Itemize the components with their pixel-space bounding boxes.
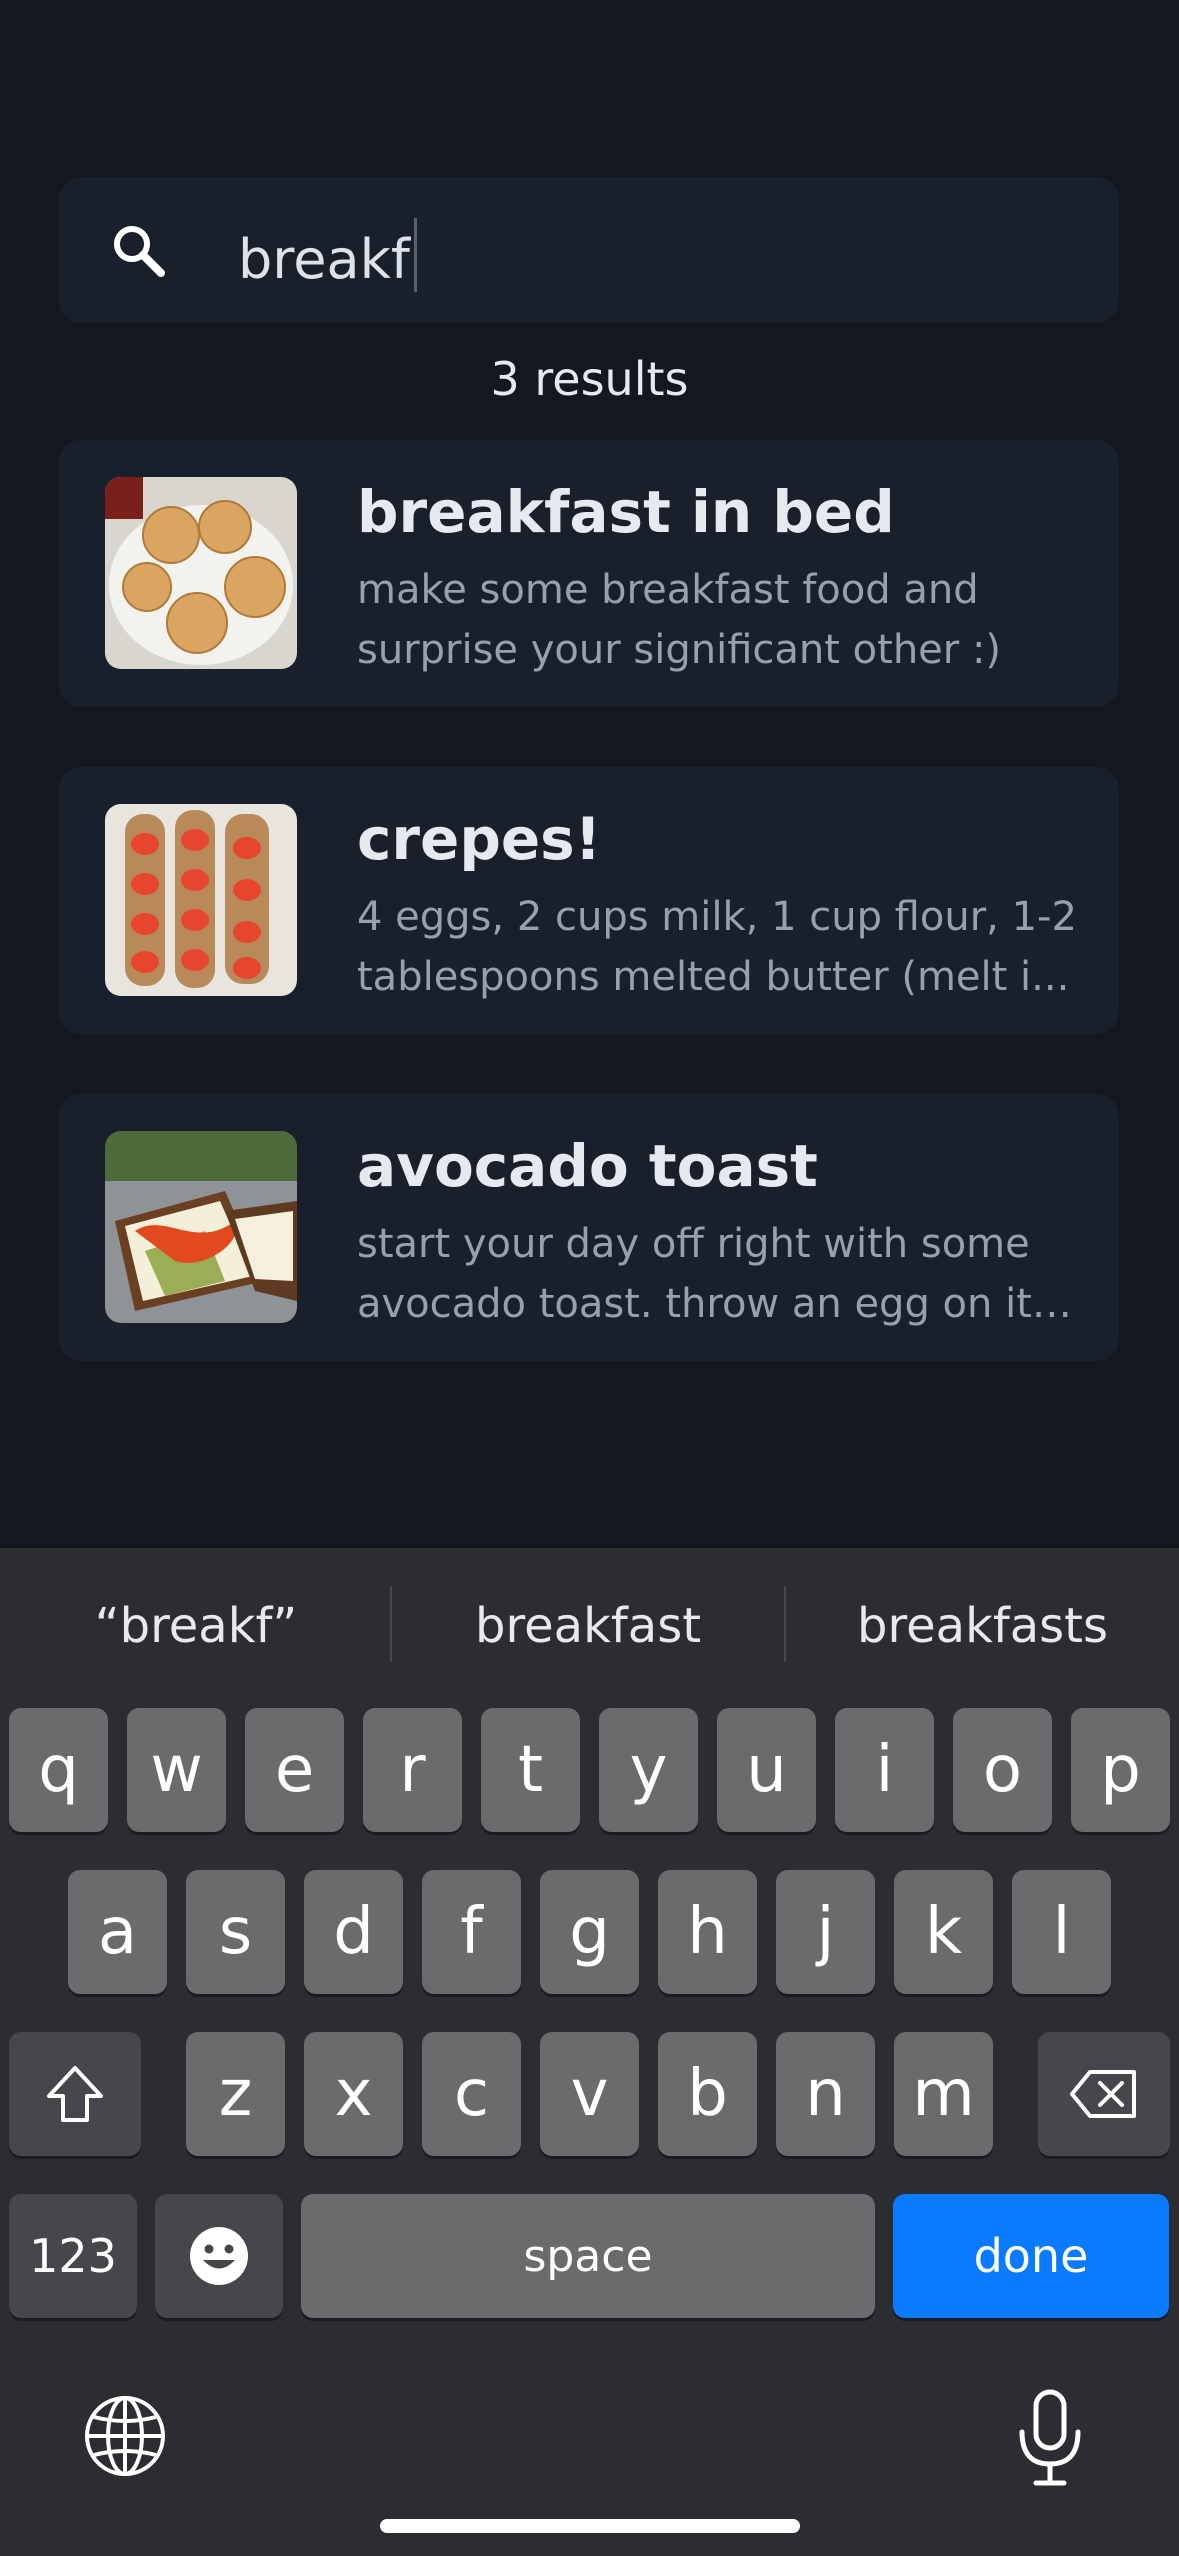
result-title: crepes!	[357, 805, 602, 873]
emoji-key[interactable]	[155, 2194, 283, 2318]
key-k[interactable]: k	[894, 1870, 993, 1994]
key-s[interactable]: s	[186, 1870, 285, 1994]
key-y[interactable]: y	[599, 1708, 698, 1832]
key-t[interactable]: t	[481, 1708, 580, 1832]
key-r[interactable]: r	[363, 1708, 462, 1832]
key-u[interactable]: u	[717, 1708, 816, 1832]
key-n[interactable]: n	[776, 2032, 875, 2156]
result-card[interactable]: crepes! 4 eggs, 2 cups milk, 1 cup flour…	[59, 767, 1119, 1034]
microphone-icon[interactable]	[1014, 2388, 1086, 2488]
emoji-icon	[190, 2227, 248, 2285]
delete-key[interactable]	[1038, 2032, 1170, 2156]
key-v[interactable]: v	[540, 2032, 639, 2156]
globe-icon[interactable]	[82, 2393, 168, 2479]
key-w[interactable]: w	[127, 1708, 226, 1832]
key-q[interactable]: q	[9, 1708, 108, 1832]
key-c[interactable]: c	[422, 2032, 521, 2156]
result-thumbnail	[105, 1131, 297, 1323]
suggestion-item[interactable]: breakfasts	[786, 1548, 1179, 1703]
key-m[interactable]: m	[894, 2032, 993, 2156]
key-g[interactable]: g	[540, 1870, 639, 1994]
suggestion-item[interactable]: “breakf”	[0, 1548, 392, 1703]
result-description: make some breakfast food and surprise yo…	[357, 567, 1002, 673]
backspace-icon	[1070, 2070, 1136, 2118]
result-thumbnail	[105, 477, 297, 669]
search-bar[interactable]	[59, 177, 1119, 323]
keyboard: “breakf” breakfast breakfasts q w e r t …	[0, 1548, 1179, 2556]
key-f[interactable]: f	[422, 1870, 521, 1994]
key-l[interactable]: l	[1012, 1870, 1111, 1994]
text-caret	[413, 218, 417, 292]
result-description: start your day off right with some avoca…	[357, 1221, 1032, 1327]
search-icon	[114, 226, 165, 277]
done-key[interactable]: done	[893, 2194, 1169, 2318]
key-p[interactable]: p	[1071, 1708, 1170, 1832]
space-key[interactable]: space	[301, 2194, 875, 2318]
numbers-key[interactable]: 123	[9, 2194, 137, 2318]
result-thumbnail	[105, 804, 297, 996]
key-h[interactable]: h	[658, 1870, 757, 1994]
key-b[interactable]: b	[658, 2032, 757, 2156]
search-query: breakf	[238, 228, 410, 291]
key-j[interactable]: j	[776, 1870, 875, 1994]
key-i[interactable]: i	[835, 1708, 934, 1832]
result-description: 4 eggs, 2 cups milk, 1 cup flour, 1-2 ta…	[357, 894, 1077, 1000]
search-input[interactable]: breakf	[238, 218, 417, 293]
key-e[interactable]: e	[245, 1708, 344, 1832]
results-count: 3 results	[490, 352, 689, 406]
key-x[interactable]: x	[304, 2032, 403, 2156]
home-indicator[interactable]	[380, 2519, 800, 2533]
result-title: avocado toast	[357, 1132, 818, 1200]
key-a[interactable]: a	[68, 1870, 167, 1994]
result-card[interactable]: breakfast in bed make some breakfast foo…	[59, 440, 1119, 707]
key-d[interactable]: d	[304, 1870, 403, 1994]
key-o[interactable]: o	[953, 1708, 1052, 1832]
suggestion-item[interactable]: breakfast	[392, 1548, 784, 1703]
key-z[interactable]: z	[186, 2032, 285, 2156]
shift-key[interactable]	[9, 2032, 141, 2156]
shift-icon	[47, 2066, 103, 2122]
result-card[interactable]: avocado toast start your day off right w…	[59, 1094, 1119, 1361]
result-title: breakfast in bed	[357, 478, 895, 546]
